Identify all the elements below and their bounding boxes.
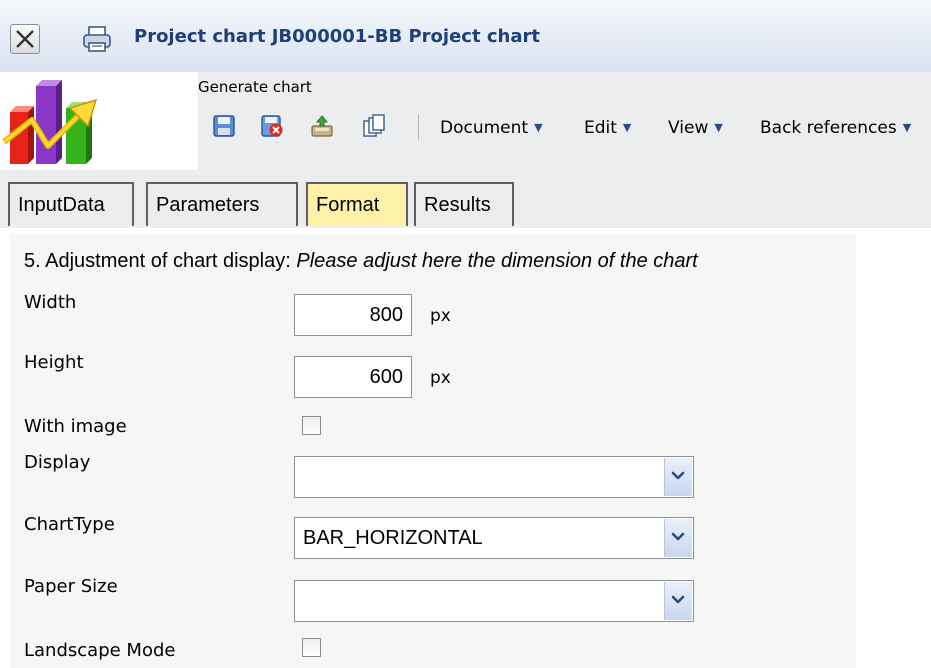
height-input[interactable]: 600 <box>294 356 412 398</box>
chart-type-value: BAR_HORIZONTAL <box>303 527 483 549</box>
menu-document[interactable]: Document ▼ <box>440 118 543 138</box>
window-title: Project chart JB000001-BB Project chart <box>134 26 540 47</box>
export-icon <box>311 115 333 137</box>
chevron-down-icon: ▼ <box>534 121 543 134</box>
copy-button[interactable] <box>362 114 386 138</box>
delete-button[interactable] <box>260 114 284 138</box>
close-button[interactable] <box>10 24 40 54</box>
tab-label: Format <box>316 194 380 216</box>
tab-inputdata[interactable]: InputData <box>8 182 134 226</box>
paper-size-label: Paper Size <box>24 576 118 597</box>
menu-view-label: View <box>668 118 709 138</box>
tab-results[interactable]: Results <box>414 182 514 226</box>
toolbar-label: Generate chart <box>198 78 312 96</box>
toolbar: Generate chart Document ▼ Edit ▼ View ▼ … <box>198 72 931 170</box>
paper-size-dropdown-button[interactable] <box>664 582 692 620</box>
chevron-down-icon <box>671 595 685 604</box>
format-panel: 5. Adjustment of chart display: Please a… <box>10 234 856 668</box>
section-heading-title: 5. Adjustment of chart display: <box>24 250 297 272</box>
menu-view[interactable]: View ▼ <box>668 118 723 138</box>
menu-document-label: Document <box>440 118 529 138</box>
toolbar-separator <box>418 114 419 140</box>
chevron-down-icon <box>671 471 685 480</box>
save-icon <box>213 115 235 137</box>
width-label: Width <box>24 292 77 313</box>
display-dropdown-button[interactable] <box>664 458 692 496</box>
chevron-down-icon: ▼ <box>622 121 632 134</box>
chevron-down-icon <box>671 532 685 541</box>
tab-format[interactable]: Format <box>306 182 408 226</box>
print-button[interactable] <box>80 24 114 54</box>
title-bar: Project chart JB000001-BB Project chart <box>0 0 931 73</box>
height-label: Height <box>24 352 84 373</box>
printer-icon <box>83 26 111 52</box>
close-icon <box>16 30 34 48</box>
tab-label: Results <box>424 194 491 216</box>
chart-type-label: ChartType <box>24 514 115 535</box>
section-heading-hint: Please adjust here the dimension of the … <box>296 250 698 272</box>
section-heading: 5. Adjustment of chart display: Please a… <box>24 250 698 273</box>
save-button[interactable] <box>212 114 236 138</box>
landscape-mode-checkbox[interactable] <box>302 638 321 657</box>
height-unit: px <box>430 368 451 388</box>
chevron-down-icon: ▼ <box>714 121 723 134</box>
menu-edit-label: Edit <box>584 118 617 138</box>
menu-back-references-label: Back references <box>760 118 897 138</box>
chart-type-select[interactable]: BAR_HORIZONTAL <box>294 517 694 559</box>
tab-label: InputData <box>18 194 105 216</box>
chart-type-dropdown-button[interactable] <box>664 519 692 557</box>
chevron-down-icon: ▼ <box>902 121 912 134</box>
chart-app-logo <box>0 72 198 170</box>
bar-chart-logo-icon <box>2 80 98 164</box>
menu-edit[interactable]: Edit ▼ <box>584 118 631 138</box>
landscape-mode-label: Landscape Mode <box>24 640 176 661</box>
menu-back-references[interactable]: Back references ▼ <box>760 118 911 138</box>
tab-label: Parameters <box>156 194 260 216</box>
with-image-checkbox[interactable] <box>302 416 321 435</box>
tab-strip: InputData Parameters Format Results <box>0 170 931 228</box>
width-unit: px <box>430 306 451 326</box>
paper-size-select[interactable] <box>294 580 694 622</box>
delete-icon <box>261 115 283 137</box>
tab-parameters[interactable]: Parameters <box>146 182 298 226</box>
with-image-label: With image <box>24 416 127 437</box>
export-button[interactable] <box>310 114 334 138</box>
display-select[interactable] <box>294 456 694 498</box>
copy-icon <box>363 114 385 137</box>
display-label: Display <box>24 452 91 473</box>
width-input[interactable]: 800 <box>294 294 412 336</box>
